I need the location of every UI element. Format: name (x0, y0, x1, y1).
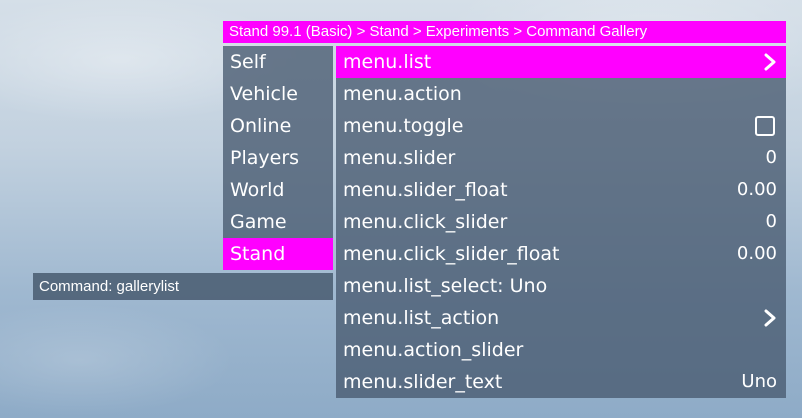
breadcrumb: Stand 99.1 (Basic) > Stand > Experiments… (223, 21, 786, 43)
slider-value: 0 (765, 211, 777, 232)
slider-value: 0.00 (736, 243, 777, 264)
sidebar-item-game[interactable]: Game (223, 206, 333, 238)
menu-item-list[interactable]: menu.list (336, 46, 786, 78)
menu-item-label: menu.list_select: Uno (343, 275, 548, 297)
menu-item-label: menu.slider_text (343, 371, 503, 393)
menu-item-list-select[interactable]: menu.list_select: Uno (336, 270, 786, 302)
sidebar-item-players[interactable]: Players (223, 142, 333, 174)
menu-item-label: menu.action (343, 83, 462, 105)
sidebar-item-self[interactable]: Self (223, 46, 333, 78)
menu-panel: menu.list menu.action menu.toggle menu.s… (336, 46, 786, 398)
checkbox-icon[interactable] (755, 116, 775, 136)
chevron-right-icon (764, 53, 776, 71)
menu-item-slider-float[interactable]: menu.slider_float 0.00 (336, 174, 786, 206)
menu-item-list-action[interactable]: menu.list_action (336, 302, 786, 334)
slider-value: 0 (765, 147, 777, 168)
menu-item-action-slider[interactable]: menu.action_slider (336, 334, 786, 366)
menu-item-label: menu.list (343, 51, 432, 73)
menu-item-click-slider[interactable]: menu.click_slider 0 (336, 206, 786, 238)
menu-item-label: menu.list_action (343, 307, 500, 329)
sidebar: Self Vehicle Online Players World Game S… (223, 46, 333, 270)
command-box[interactable]: Command: gallerylist (33, 273, 333, 300)
menu-item-label: menu.click_slider_float (343, 243, 560, 265)
sidebar-item-stand[interactable]: Stand (223, 238, 333, 270)
menu-item-label: menu.click_slider (343, 211, 508, 233)
sidebar-item-world[interactable]: World (223, 174, 333, 206)
menu-item-slider-text[interactable]: menu.slider_text Uno (336, 366, 786, 398)
menu-item-toggle[interactable]: menu.toggle (336, 110, 786, 142)
sidebar-item-vehicle[interactable]: Vehicle (223, 78, 333, 110)
menu-item-click-slider-float[interactable]: menu.click_slider_float 0.00 (336, 238, 786, 270)
menu-item-label: menu.slider_float (343, 179, 508, 201)
sidebar-item-online[interactable]: Online (223, 110, 333, 142)
slider-value: 0.00 (736, 179, 777, 200)
menu-item-label: menu.slider (343, 147, 456, 169)
chevron-right-icon (764, 309, 776, 327)
menu-item-label: menu.toggle (343, 115, 464, 137)
menu-item-label: menu.action_slider (343, 339, 524, 361)
menu-item-action[interactable]: menu.action (336, 78, 786, 110)
menu-item-slider[interactable]: menu.slider 0 (336, 142, 786, 174)
slider-value: Uno (741, 371, 777, 392)
